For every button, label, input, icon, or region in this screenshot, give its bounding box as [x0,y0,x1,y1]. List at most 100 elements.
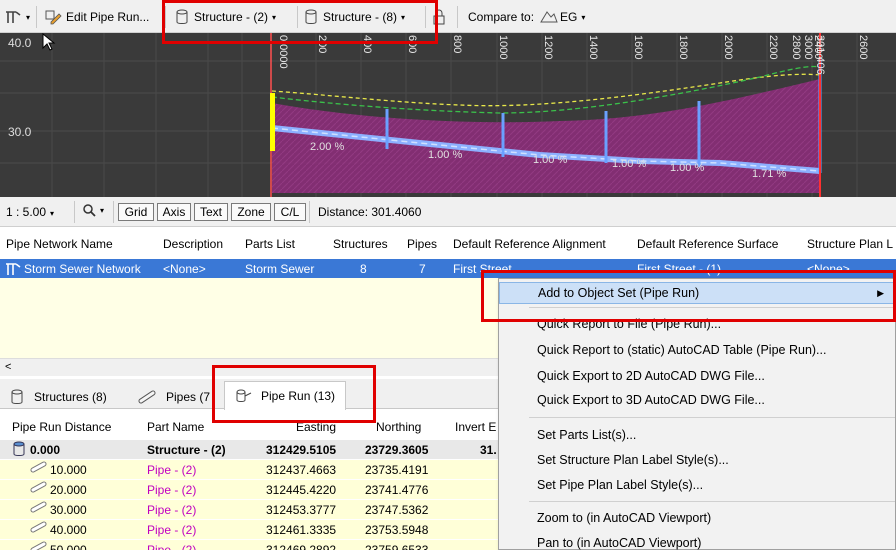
pipe-run-menu-button[interactable]: ▾ [4,7,30,27]
y-axis-label-top: 40.0 [8,36,32,50]
col-header-network-name[interactable]: Pipe Network Name [6,237,113,251]
menu-add-to-object-set[interactable]: Add to Object Set (Pipe Run) ▶ [499,282,895,304]
slope-label: 2.00 % [310,141,345,153]
slope-label: 1.00 % [612,158,647,170]
menu-pan-to[interactable]: Pan to (in AutoCAD Viewport) [499,532,895,550]
y-axis-label-mid: 30.0 [8,125,32,139]
col-header-description[interactable]: Description [163,237,223,251]
compare-to-dropdown[interactable]: Compare to: EG ▾ [468,7,585,27]
col-header-run-distance[interactable]: Pipe Run Distance [12,420,111,434]
tab-structures[interactable]: Structures (8) [10,385,107,409]
pipe-run-icon [6,11,21,23]
structure-icon [176,9,188,24]
zone-toggle-button[interactable]: Zone [231,203,271,221]
centerline-toggle-button[interactable]: C/L [274,203,306,221]
menu-set-pipe-label-style[interactable]: Set Pipe Plan Label Style(s)... [499,474,895,496]
text-toggle-button[interactable]: Text [194,203,228,221]
menu-set-parts-list[interactable]: Set Parts List(s)... [499,424,895,446]
table-row[interactable]: 50.000 Pipe - (2) 312469.2892 23759.6533 [0,540,498,550]
col-header-parts-list[interactable]: Parts List [245,237,295,251]
table-row[interactable]: 20.000 Pipe - (2) 312445.4220 23741.4776 [0,480,498,499]
station-label: 1200 [542,35,554,60]
edit-pipe-run-button[interactable]: Edit Pipe Run... [44,7,149,27]
cell-northing: 23735.4191 [365,463,429,477]
cell-run-distance: 40.000 [50,523,87,537]
horizontal-scrollbar[interactable]: < [0,358,500,376]
cell-run-distance: 0.000 [30,443,61,457]
slope-label: 1.00 % [428,149,463,161]
station-label: 600 [406,35,418,54]
scroll-left-icon[interactable]: < [5,361,11,373]
menu-zoom-to[interactable]: Zoom to (in AutoCAD Viewport) [499,507,895,529]
grid-toggle-button[interactable]: Grid [118,203,154,221]
table-row[interactable]: 30.000 Pipe - (2) 312453.3777 23747.5362 [0,500,498,519]
cell-easting: 312437.4663 [266,463,337,477]
col-header-part-name[interactable]: Part Name [147,420,204,434]
lock-button[interactable] [432,7,446,27]
station-label-end: 2800 [790,35,802,60]
profile-view[interactable]: 40.0 30.0 0.0000 200 400 600 800 1000 1200 1400… [0,33,896,197]
station-label: 2200 [767,35,779,60]
cell-northing: 23729.3605 [365,443,429,457]
network-row-selected[interactable]: Storm Sewer Network <None> Storm Sewer 8… [0,259,896,278]
menu-quick-report-table[interactable]: Quick Report to (static) AutoCAD Table (… [499,339,895,361]
col-header-invert[interactable]: Invert E [455,420,496,434]
station-label: 200 [316,35,328,54]
col-header-structure-plan[interactable]: Structure Plan L [807,237,893,251]
cell-part-name: Pipe - (2) [147,463,197,477]
submenu-arrow-icon: ▶ [877,287,884,298]
cell-northing: 23741.4776 [365,483,429,497]
surface-icon [540,11,558,23]
structure-icon [12,441,26,460]
scale-dropdown[interactable]: 1 : 5.00 ▾ [6,205,54,219]
cell-easting: 312429.5105 [266,443,337,457]
col-header-ref-alignment[interactable]: Default Reference Alignment [453,237,606,251]
station-label: 2600 [857,35,869,60]
pipe-network-icon [6,263,21,275]
pipe-icon [30,501,48,516]
cell-easting: 312453.3777 [266,503,337,517]
pipe-run-icon [236,389,252,402]
table-row[interactable]: 10.000 Pipe - (2) 312437.4663 23735.4191 [0,460,498,479]
station-label: 400 [361,35,373,54]
col-header-northing[interactable]: Northing [376,420,421,434]
station-label-end: 3000 [802,35,814,60]
cell-northing: 23759.6533 [365,543,429,550]
station-label: 800 [451,35,463,54]
cell-run-distance: 20.000 [50,483,87,497]
station-label: 1600 [632,35,644,60]
slope-label: 1.00 % [670,162,705,174]
end-structure-dropdown[interactable]: Structure - (8) ▾ [304,7,405,27]
menu-quick-report-file[interactable]: Quick Report to File (Pipe Run)... [499,313,895,335]
tab-pipes[interactable]: Pipes (7 [138,385,210,409]
start-structure-dropdown[interactable]: Structure - (2) ▾ [175,7,276,27]
station-label: 1400 [587,35,599,60]
table-row[interactable]: 40.000 Pipe - (2) 312461.3335 23753.5948 [0,520,498,539]
col-header-easting[interactable]: Easting [296,420,336,434]
tab-pipe-run[interactable]: Pipe Run (13) [224,381,347,410]
col-header-pipes[interactable]: Pipes [407,237,437,251]
station-label: 1000 [497,35,509,60]
cell-part-name: Structure - (2) [147,443,226,457]
zoom-dropdown[interactable]: ▾ [82,203,104,217]
mouse-cursor-icon [42,33,56,51]
station-label: 1800 [677,35,689,60]
cell-run-distance: 10.000 [50,463,87,477]
station-label: 2000 [722,35,734,60]
cell-easting: 312469.2892 [266,543,337,550]
table-row[interactable]: 0.000 Structure - (2) 312429.5105 23729.360… [0,440,498,459]
menu-export-2d-dwg[interactable]: Quick Export to 2D AutoCAD DWG File... [499,365,895,387]
station-label: 0.0000 [277,35,289,69]
distance-readout: Distance: 301.4060 [318,205,422,219]
col-header-ref-surface[interactable]: Default Reference Surface [637,237,778,251]
pipe-icon [138,390,156,404]
axis-toggle-button[interactable]: Axis [157,203,191,221]
structure-icon [11,389,23,404]
cell-part-name: Pipe - (2) [147,523,197,537]
menu-export-3d-dwg[interactable]: Quick Export to 3D AutoCAD DWG File... [499,389,895,411]
col-header-structures[interactable]: Structures [333,237,388,251]
cell-run-distance: 30.000 [50,503,87,517]
cell-easting: 312461.3335 [266,523,337,537]
menu-set-structure-label-style[interactable]: Set Structure Plan Label Style(s)... [499,449,895,471]
pipe-icon [30,461,48,476]
